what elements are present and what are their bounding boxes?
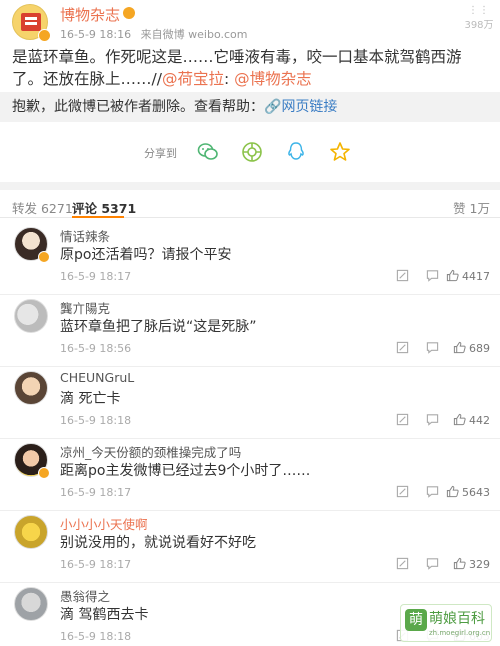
thumbs-up-icon[interactable] [446, 269, 459, 282]
comment-item: 情话辣条原po还活着吗？请报个平安 16-5-9 18:17 4417 [0, 223, 500, 295]
share-row: 分享到 [0, 140, 500, 166]
help-link[interactable]: 🔗网页链接 [264, 99, 337, 115]
follower-count: 398万 [464, 20, 494, 31]
comment-date: 16-5-9 18:17 [60, 270, 132, 283]
comment-date: 16-5-9 18:17 [60, 486, 132, 499]
comment-item: CHEUNGruL 滴 死亡卡 16-5-9 18:18 442 [0, 367, 500, 439]
active-tab-indicator [72, 216, 124, 218]
commenter-name[interactable]: 小小小小天使啊 [60, 514, 148, 533]
qq-icon[interactable] [284, 140, 308, 164]
like-button[interactable]: 689 [453, 341, 490, 355]
watermark-sub: zh.moegirl.org.cn [429, 629, 491, 637]
more-icon[interactable]: ⋮⋮ [464, 6, 494, 16]
verified-badge-icon [38, 467, 50, 479]
post-text: 是蓝环章鱼。作死呢这是……它唾液有毒，咬一口基本就驾鹤西游了。还放在脉上……//… [12, 46, 490, 90]
reply-icon[interactable] [426, 485, 439, 498]
watermark-text: 萌娘百科 [429, 611, 485, 627]
share-label: 分享到 [144, 147, 177, 160]
comment-text: 滴 死亡卡 [60, 391, 121, 407]
like-count: 689 [469, 342, 490, 355]
commenter-avatar[interactable] [14, 515, 48, 549]
comment-text: 蓝环章鱼把了脉后说“这是死脉” [60, 319, 257, 335]
tab-like[interactable]: 赞 1万 [453, 198, 490, 217]
commenter-name[interactable]: 愚翁得之 [60, 586, 110, 605]
like-button[interactable]: 5643 [446, 485, 490, 499]
commenter-avatar[interactable] [14, 299, 48, 333]
comment-date: 16-5-9 18:17 [60, 558, 132, 571]
mention-link[interactable]: @博物杂志 [234, 70, 312, 88]
thumbs-up-icon[interactable] [453, 341, 466, 354]
tab-bar: 转发 6271 评论 5371 赞 1万 [0, 190, 500, 218]
commenter-name[interactable]: 情话辣条 [60, 226, 110, 245]
comment-text: 距离po主发微博已经过去9个小时了…… [60, 463, 311, 479]
verified-badge-icon [38, 251, 50, 263]
thumbs-up-icon[interactable] [446, 485, 459, 498]
reply-icon[interactable] [426, 413, 439, 426]
post-author-name[interactable]: 博物杂志 [60, 4, 136, 25]
comment-date: 16-5-9 18:56 [60, 342, 132, 355]
commenter-name[interactable]: 龔亣陽克 [60, 298, 110, 317]
repost-icon[interactable] [396, 269, 409, 282]
deleted-notice: 抱歉，此微博已被作者删除。查看帮助：🔗网页链接 [0, 92, 500, 122]
comment-date: 16-5-9 18:18 [60, 414, 132, 427]
tab-repost[interactable]: 转发 6271 [12, 198, 73, 217]
comment-text: 滴 驾鹤西去卡 [60, 607, 149, 623]
verified-badge-icon [38, 29, 51, 42]
repost-icon[interactable] [396, 485, 409, 498]
comment-item: 小小小小天使啊别说没用的，就说说看好不好吃 16-5-9 18:17 329 [0, 511, 500, 583]
moments-icon[interactable] [240, 140, 264, 164]
like-button[interactable]: 4417 [446, 269, 490, 283]
post-meta: 16-5-9 18:16 来自微博 weibo.com [60, 26, 253, 42]
repost-icon[interactable] [396, 557, 409, 570]
like-button[interactable]: 442 [453, 413, 490, 427]
reply-icon[interactable] [426, 341, 439, 354]
repost-icon[interactable] [396, 341, 409, 354]
reply-icon[interactable] [426, 269, 439, 282]
like-count: 442 [469, 414, 490, 427]
crown-icon [123, 7, 136, 19]
deleted-notice-text: 抱歉，此微博已被作者删除。查看帮助： [12, 99, 264, 115]
like-count: 5643 [462, 486, 490, 499]
commenter-name[interactable]: CHEUNGruL [60, 370, 134, 385]
comment-date: 16-5-9 18:18 [60, 630, 132, 643]
wechat-icon[interactable] [196, 140, 220, 164]
author-name-text[interactable]: 博物杂志 [60, 6, 120, 24]
repost-icon[interactable] [396, 413, 409, 426]
like-count: 329 [469, 558, 490, 571]
post-source: 来自微博 weibo.com [140, 28, 248, 41]
comment-item: 龔亣陽克蓝环章鱼把了脉后说“这是死脉” 16-5-9 18:56 689 [0, 295, 500, 367]
thumbs-up-icon[interactable] [453, 413, 466, 426]
follow-widget[interactable]: ⋮⋮ 398万 [464, 6, 494, 32]
thumbs-up-icon[interactable] [453, 557, 466, 570]
tab-comment[interactable]: 评论 5371 [72, 198, 136, 217]
qzone-star-icon[interactable] [328, 140, 352, 164]
post-date: 16-5-9 18:16 [60, 28, 132, 41]
like-count: 4417 [462, 270, 490, 283]
post-text-sep: : [223, 70, 235, 88]
help-link-text[interactable]: 网页链接 [281, 99, 337, 115]
commenter-avatar[interactable] [14, 371, 48, 405]
like-button[interactable]: 329 [453, 557, 490, 571]
comment-text: 别说没用的，就说说看好不好吃 [60, 535, 256, 551]
commenter-avatar[interactable] [14, 587, 48, 621]
weibo-post: 博物杂志 16-5-9 18:16 来自微博 weibo.com ⋮⋮ 398万… [0, 0, 500, 182]
moegirl-logo-icon: 萌 [405, 609, 427, 631]
comment-text: 原po还活着吗？请报个平安 [60, 247, 232, 263]
reply-icon[interactable] [426, 557, 439, 570]
commenter-name[interactable]: 凉州_今天份额的颈椎操完成了吗 [60, 442, 241, 461]
comments-section: 转发 6271 评论 5371 赞 1万 情话辣条原po还活着吗？请报个平安 16… [0, 190, 500, 646]
comment-item: 凉州_今天份额的颈椎操完成了吗距离po主发微博已经过去9个小时了…… 16-5-9… [0, 439, 500, 511]
mention-link[interactable]: @荷宝拉 [162, 70, 224, 88]
moegirl-watermark: 萌 萌娘百科 zh.moegirl.org.cn [400, 604, 492, 642]
